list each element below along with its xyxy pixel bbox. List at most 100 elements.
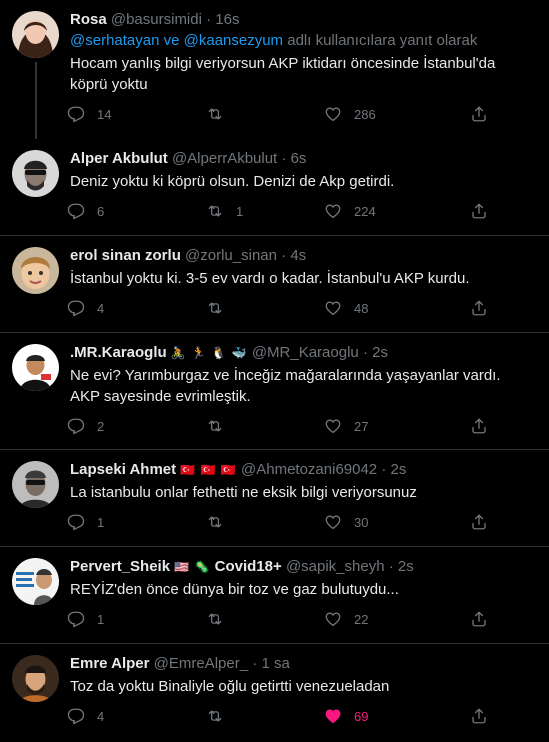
reply-button[interactable]: 6 [67, 202, 206, 220]
retweet-button[interactable] [206, 513, 324, 531]
author-name[interactable]: erol sinan zorlu [70, 247, 181, 264]
avatar[interactable] [12, 344, 59, 391]
retweet-button[interactable] [206, 417, 324, 435]
timestamp[interactable]: 2s [398, 558, 414, 575]
reply-button[interactable]: 1 [67, 610, 206, 628]
reply-icon [67, 203, 85, 220]
share-button[interactable] [470, 417, 488, 435]
like-icon [325, 301, 341, 316]
author-name[interactable]: Pervert_Sheik [70, 558, 170, 575]
reply-button[interactable]: 4 [67, 707, 206, 725]
avatar[interactable] [12, 11, 59, 58]
like-button[interactable]: 286 [324, 105, 470, 123]
like-icon [325, 419, 341, 434]
retweet-icon [208, 108, 222, 120]
like-button[interactable]: 69 [324, 707, 470, 725]
tweet-text: Ne evi? Yarımburgaz ve İnceğiz mağaralar… [70, 367, 501, 405]
like-count: 22 [354, 611, 369, 627]
retweet-button[interactable] [206, 707, 324, 725]
tweet[interactable]: Emre Alper @EmreAlper_ · 1 sa Toz da yok… [0, 644, 549, 742]
author-name-suffix[interactable]: Covid18+ [215, 558, 282, 575]
share-icon [472, 203, 486, 219]
tweet-actions: 2 27 [67, 407, 533, 445]
like-button[interactable]: 224 [324, 202, 470, 220]
avatar[interactable] [12, 558, 59, 605]
timestamp[interactable]: 2s [372, 344, 388, 361]
share-icon [472, 514, 486, 530]
author-name[interactable]: Emre Alper [70, 655, 149, 672]
timestamp[interactable]: 6s [291, 150, 307, 167]
author-handle[interactable]: @sapik_sheyh [286, 558, 385, 575]
share-icon [472, 611, 486, 627]
tweet[interactable]: Alper Akbulut @AlperrAkbulut · 6s Deniz … [0, 139, 549, 236]
retweet-icon [208, 613, 222, 625]
avatar[interactable] [12, 461, 59, 508]
like-count: 27 [354, 418, 369, 434]
avatar[interactable] [12, 150, 59, 197]
retweet-button[interactable] [206, 299, 324, 317]
reply-mentions[interactable]: @serhatayan ve @kaansezyum [70, 32, 283, 49]
reply-count: 14 [97, 106, 112, 122]
tweet-text: La istanbulu onlar fethetti ne eksik bil… [70, 484, 417, 501]
name-emoji: 🚴 🏃 🐧 🐳 [170, 346, 248, 360]
like-button[interactable]: 22 [324, 610, 470, 628]
avatar[interactable] [12, 655, 59, 702]
reply-icon [67, 418, 85, 435]
timestamp[interactable]: 4s [290, 247, 306, 264]
share-button[interactable] [470, 105, 488, 123]
retweet-icon [208, 302, 222, 314]
tweet-text: Toz da yoktu Binaliyle oğlu getirtti ven… [70, 678, 390, 695]
author-handle[interactable]: @Ahmetozani69042 [241, 461, 377, 478]
reply-button[interactable]: 14 [67, 105, 206, 123]
timestamp[interactable]: 16s [215, 11, 239, 28]
author-name[interactable]: Lapseki Ahmet [70, 461, 176, 478]
timestamp[interactable]: 1 sa [261, 655, 289, 672]
share-icon [472, 300, 486, 316]
tweet-actions: 4 69 [67, 697, 533, 735]
tweet-text: Deniz yoktu ki köprü olsun. Denizi de Ak… [70, 173, 395, 190]
author-handle[interactable]: @basursimidi [111, 11, 202, 28]
retweet-button[interactable] [206, 105, 324, 123]
author-name[interactable]: .MR.Karaoglu [70, 344, 167, 361]
tweet[interactable]: .MR.Karaoglu 🚴 🏃 🐧 🐳 @MR_Karaoglu · 2s N… [0, 333, 549, 450]
author-handle[interactable]: @zorlu_sinan [185, 247, 277, 264]
tweet[interactable]: Pervert_Sheik 🇺🇸 🦠 Covid18+ @sapik_sheyh… [0, 547, 549, 644]
share-button[interactable] [470, 513, 488, 531]
avatar[interactable] [12, 247, 59, 294]
author-handle[interactable]: @AlperrAkbulut [172, 150, 277, 167]
author-name[interactable]: Alper Akbulut [70, 150, 168, 167]
share-button[interactable] [470, 202, 488, 220]
like-icon [325, 204, 341, 219]
share-button[interactable] [470, 299, 488, 317]
share-icon [472, 708, 486, 724]
tweet-actions: 14 286 [67, 95, 533, 133]
reply-button[interactable]: 4 [67, 299, 206, 317]
retweet-button[interactable]: 1 [206, 202, 324, 220]
share-icon [472, 418, 486, 434]
reply-count: 1 [97, 514, 105, 530]
author-handle[interactable]: @MR_Karaoglu [252, 344, 359, 361]
tweet-text: İstanbul yoktu ki. 3-5 ev vardı o kadar.… [70, 270, 470, 287]
tweet-actions: 1 30 [67, 503, 533, 541]
tweet[interactable]: Lapseki Ahmet 🇹🇷 🇹🇷 🇹🇷 @Ahmetozani69042 … [0, 450, 549, 547]
author-name[interactable]: Rosa [70, 11, 107, 28]
author-handle[interactable]: @EmreAlper_ [154, 655, 248, 672]
like-button[interactable]: 27 [324, 417, 470, 435]
reply-button[interactable]: 2 [67, 417, 206, 435]
share-button[interactable] [470, 707, 488, 725]
like-button[interactable]: 30 [324, 513, 470, 531]
timestamp[interactable]: 2s [391, 461, 407, 478]
tweet-actions: 1 22 [67, 600, 533, 638]
tweet-actions: 6 1 224 [67, 192, 533, 230]
retweet-button[interactable] [206, 610, 324, 628]
like-count: 30 [354, 514, 369, 530]
reply-icon [67, 106, 85, 123]
tweet-text: REYİZ'den önce dünya bir toz ve gaz bulu… [70, 581, 399, 598]
tweet[interactable]: Rosa @basursimidi · 16s @serhatayan ve @… [0, 0, 549, 139]
reply-button[interactable]: 1 [67, 513, 206, 531]
reply-count: 6 [97, 203, 105, 219]
tweet[interactable]: erol sinan zorlu @zorlu_sinan · 4s İstan… [0, 236, 549, 333]
share-button[interactable] [470, 610, 488, 628]
tweet-text: Hocam yanlış bilgi veriyorsun AKP iktida… [70, 55, 496, 93]
like-button[interactable]: 48 [324, 299, 470, 317]
